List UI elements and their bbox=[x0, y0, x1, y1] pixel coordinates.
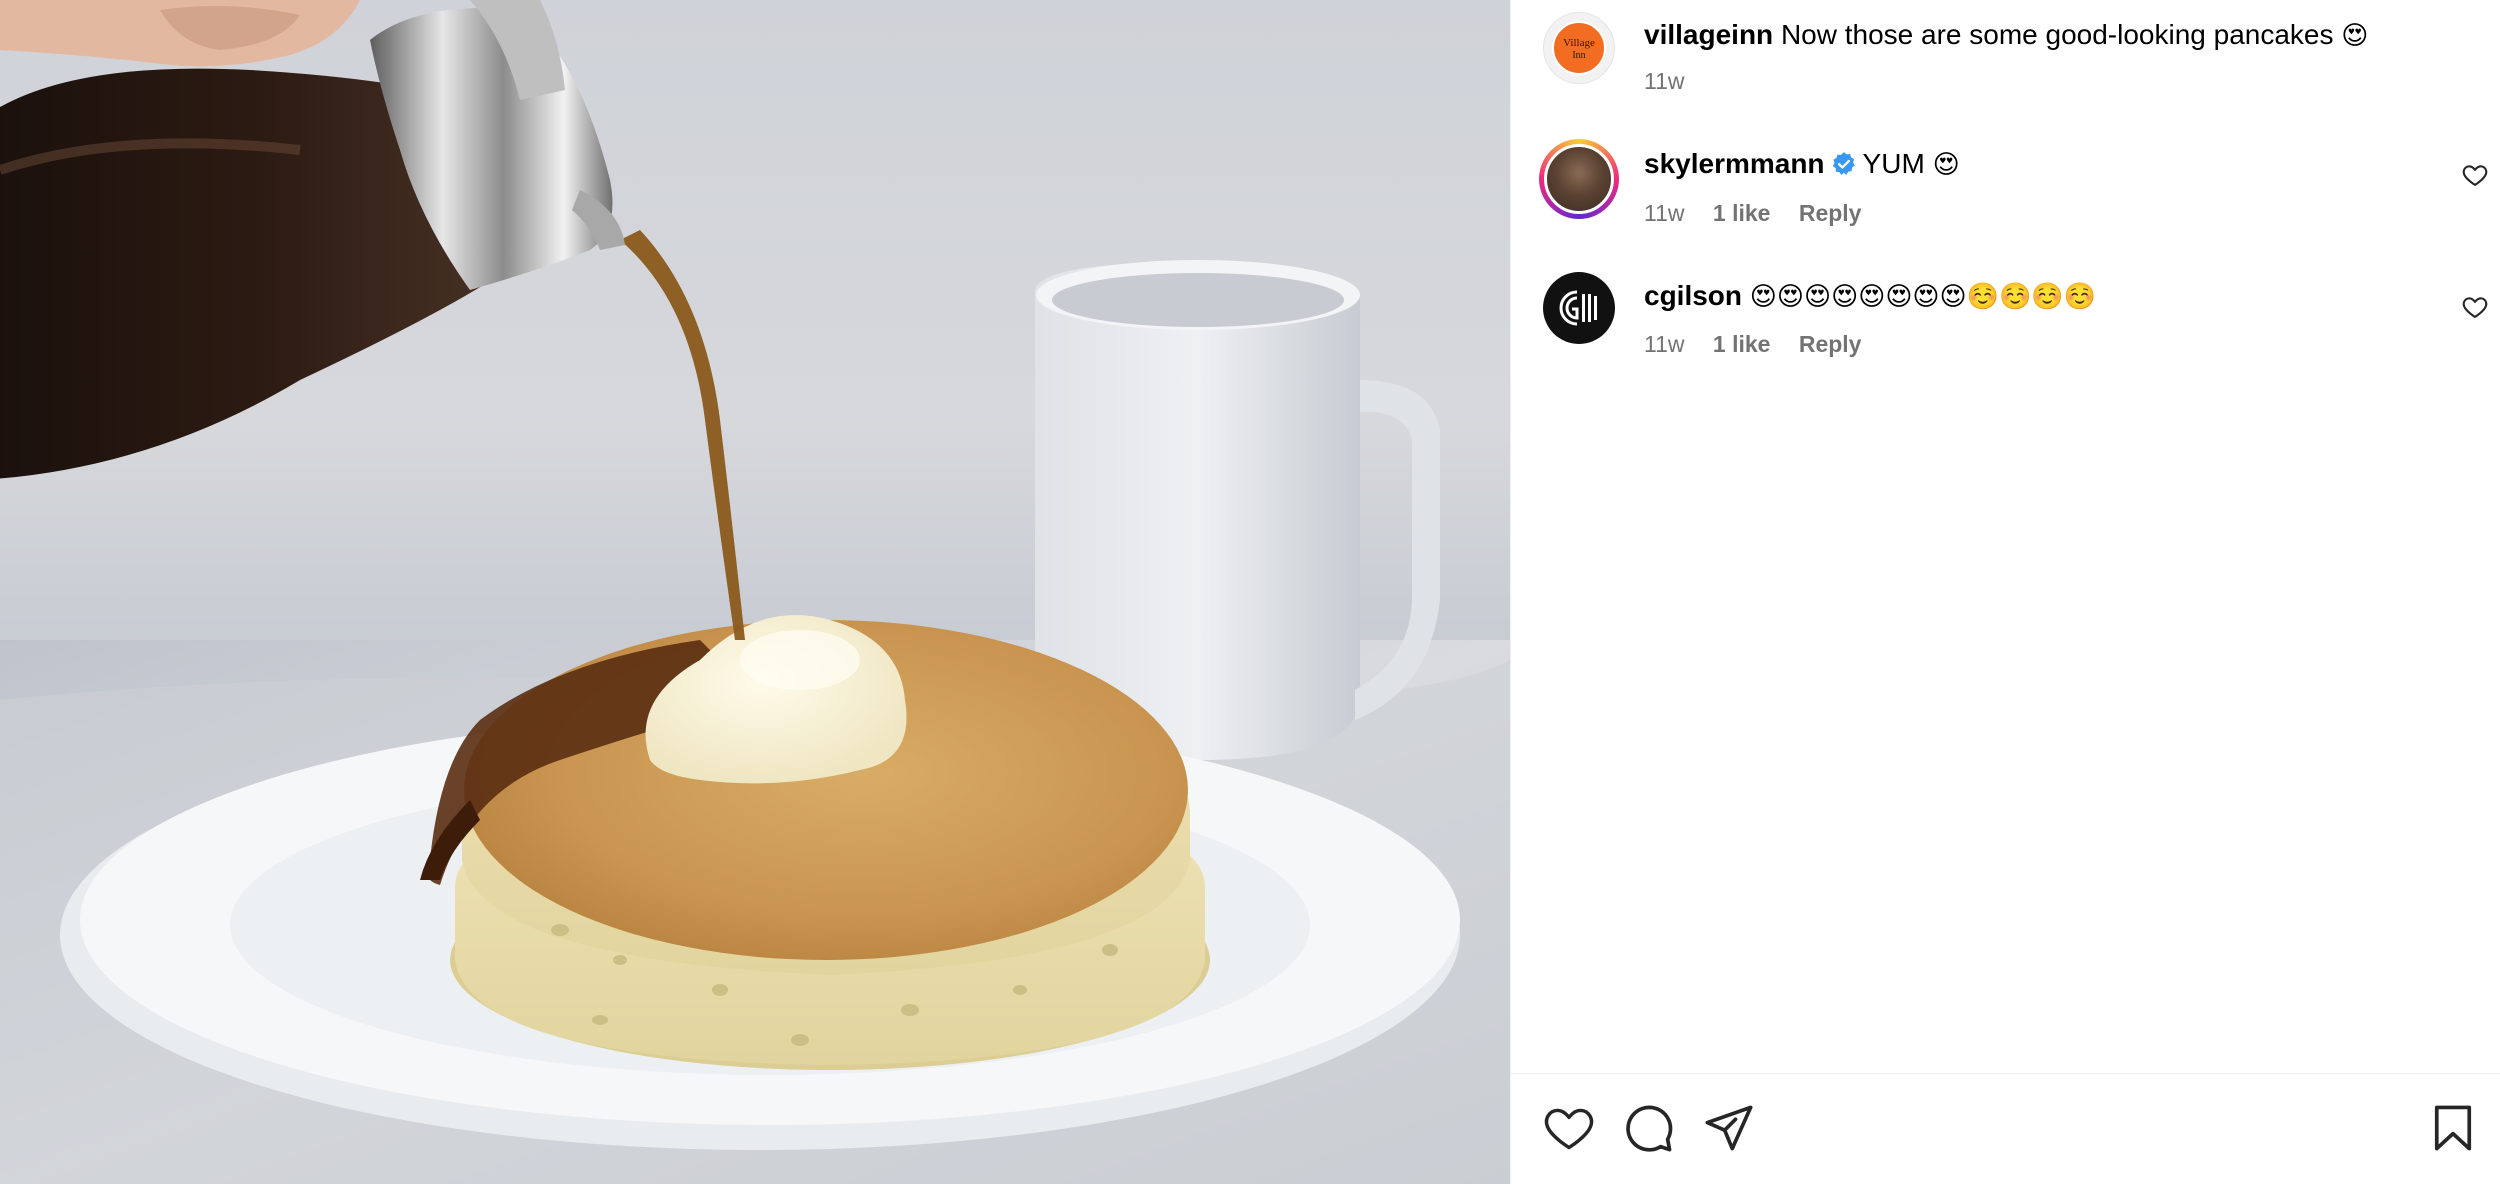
comment-time[interactable]: 11w bbox=[1644, 200, 1685, 226]
comment-meta: 11w 1 like Reply bbox=[1644, 329, 1883, 359]
avatar-photo bbox=[1544, 144, 1614, 214]
reply-button[interactable]: Reply bbox=[1799, 200, 1862, 226]
avatar[interactable] bbox=[1539, 139, 1619, 219]
village-inn-logo-icon: Village Inn bbox=[1552, 21, 1606, 75]
post-photo bbox=[0, 0, 1510, 1184]
comment-time[interactable]: 11w bbox=[1644, 331, 1685, 357]
comment-emoji: 😍 bbox=[2341, 21, 2369, 51]
share-icon[interactable] bbox=[1703, 1102, 1755, 1154]
reply-button[interactable]: Reply bbox=[1799, 331, 1862, 357]
comment-username[interactable]: skylermmann bbox=[1644, 148, 1825, 179]
bookmark-icon[interactable] bbox=[2427, 1102, 2479, 1154]
comment-username[interactable]: villageinn bbox=[1644, 19, 1773, 50]
cgilson-logo-icon bbox=[1549, 278, 1609, 338]
comment-likes[interactable]: 1 like bbox=[1713, 200, 1771, 226]
comment-meta: 11w bbox=[1644, 66, 1707, 96]
post-action-bar bbox=[1511, 1073, 2500, 1184]
comment-username[interactable]: cgilson bbox=[1644, 280, 1742, 311]
comments-panel: Village Inn villageinn Now those are som… bbox=[1510, 0, 2500, 1184]
like-comment-heart-icon[interactable] bbox=[2461, 161, 2489, 189]
like-comment-heart-icon[interactable] bbox=[2461, 293, 2489, 321]
comment-meta: 11w 1 like Reply bbox=[1644, 198, 1883, 228]
comment-emoji: 😍😍😍😍😍😍😍😍☺️☺️☺️☺️ bbox=[1749, 282, 2097, 312]
comment-text-line: cgilson 😍😍😍😍😍😍😍😍☺️☺️☺️☺️ bbox=[1644, 278, 2096, 315]
comment-text: YUM bbox=[1862, 148, 1925, 179]
comment-emoji: 😍 bbox=[1932, 150, 1960, 180]
comment-icon[interactable] bbox=[1623, 1102, 1675, 1154]
comment-text: Now those are some good-looking pancakes bbox=[1780, 19, 2334, 50]
heart-icon[interactable] bbox=[1543, 1102, 1595, 1154]
avatar[interactable]: Village Inn bbox=[1543, 12, 1615, 84]
logo-text-bottom: Inn bbox=[1572, 50, 1585, 61]
logo-text-top: Village bbox=[1563, 37, 1595, 49]
comment-likes[interactable]: 1 like bbox=[1713, 331, 1771, 357]
comment-text-line: skylermmann YUM 😍 bbox=[1644, 146, 1960, 183]
comment-time[interactable]: 11w bbox=[1644, 68, 1685, 94]
avatar[interactable] bbox=[1543, 272, 1615, 344]
verified-badge-icon bbox=[1832, 152, 1855, 175]
comment-text-line: villageinn Now those are some good-looki… bbox=[1644, 17, 2368, 54]
